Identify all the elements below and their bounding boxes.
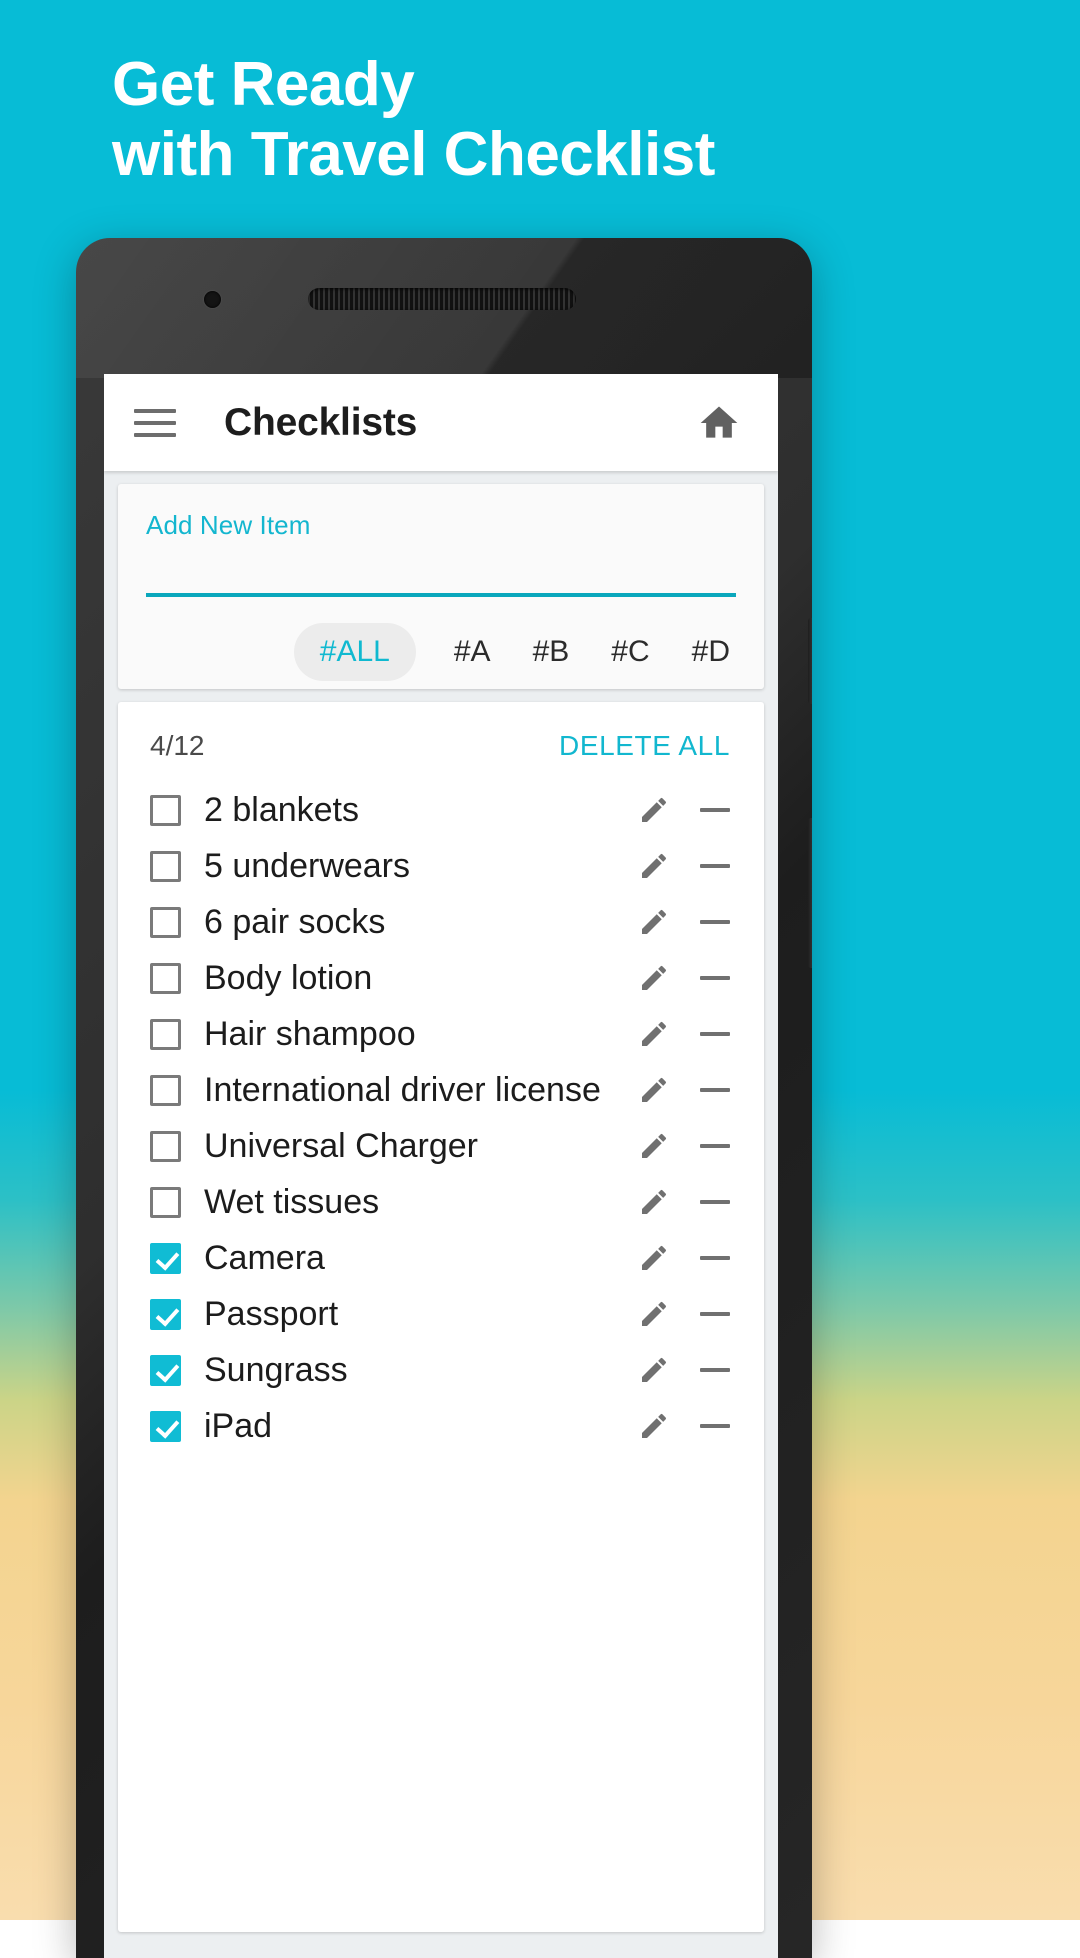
checkbox-unchecked[interactable]	[150, 794, 181, 826]
filter-chip-d[interactable]: #D	[688, 623, 734, 681]
pencil-edit-icon[interactable]	[638, 906, 670, 938]
pencil-edit-icon[interactable]	[638, 794, 670, 826]
checklist-row[interactable]: iPad	[118, 1398, 764, 1454]
filter-chip-a[interactable]: #A	[450, 623, 495, 681]
checklist-header: 4/12 DELETE ALL	[118, 702, 764, 782]
checklist-row[interactable]: Universal Charger	[118, 1118, 764, 1174]
checked-count: 4/12	[150, 730, 205, 761]
pencil-edit-icon[interactable]	[638, 962, 670, 994]
row-actions	[638, 1130, 730, 1162]
filter-chip-c[interactable]: #C	[607, 623, 653, 681]
pencil-edit-icon[interactable]	[638, 1354, 670, 1386]
checklist-row[interactable]: International driver license	[118, 1062, 764, 1118]
checklist-row[interactable]: 5 underwears	[118, 838, 764, 894]
minus-remove-icon[interactable]	[700, 1312, 730, 1316]
hamburger-menu-icon[interactable]	[134, 401, 182, 445]
checkbox-checked[interactable]	[150, 1242, 181, 1274]
filter-chip-group: #ALL #A #B #C #D	[118, 623, 764, 681]
checklist-item-label: Universal Charger	[204, 1126, 478, 1165]
checklist-item-label: Body lotion	[204, 958, 373, 997]
checklist-item-label: 2 blankets	[204, 790, 359, 829]
checkbox-unchecked[interactable]	[150, 1130, 181, 1162]
app-bar: Checklists	[104, 374, 778, 471]
checklist-item-label: Hair shampoo	[204, 1014, 416, 1053]
row-actions	[638, 1074, 730, 1106]
headline-line-1: Get Ready	[112, 50, 415, 119]
checklist-row[interactable]: Camera	[118, 1230, 764, 1286]
pencil-edit-icon[interactable]	[638, 1298, 670, 1330]
minus-remove-icon[interactable]	[700, 1088, 730, 1092]
minus-remove-icon[interactable]	[700, 1256, 730, 1260]
row-actions	[638, 1242, 730, 1274]
row-actions	[638, 1298, 730, 1330]
delete-all-button[interactable]: DELETE ALL	[559, 730, 730, 762]
checklist-item-label: Camera	[204, 1238, 325, 1277]
checklist-item-label: 6 pair socks	[204, 902, 386, 941]
minus-remove-icon[interactable]	[700, 920, 730, 924]
phone-device-mockup: Checklists Add New Item #ALL #A #B #C #D…	[76, 238, 812, 1958]
checkbox-unchecked[interactable]	[150, 962, 181, 994]
row-actions	[638, 1186, 730, 1218]
checklist-item-label: Wet tissues	[204, 1182, 380, 1221]
checkbox-unchecked[interactable]	[150, 850, 181, 882]
checklist-item-label: International driver license	[204, 1070, 601, 1109]
pencil-edit-icon[interactable]	[638, 1074, 670, 1106]
headline-line-2: with Travel Checklist	[112, 120, 715, 189]
checkbox-unchecked[interactable]	[150, 906, 181, 938]
checklist-card: 4/12 DELETE ALL 2 blankets 5 underwears 6 …	[118, 702, 764, 1932]
pencil-edit-icon[interactable]	[638, 850, 670, 882]
row-actions	[638, 1354, 730, 1386]
earpiece-speaker	[308, 288, 576, 310]
checklist-row[interactable]: Passport	[118, 1286, 764, 1342]
checkbox-unchecked[interactable]	[150, 1186, 181, 1218]
checkbox-unchecked[interactable]	[150, 1018, 181, 1050]
checkbox-checked[interactable]	[150, 1298, 181, 1330]
row-actions	[638, 850, 730, 882]
page-title: Checklists	[224, 400, 418, 444]
checklist-row[interactable]: 6 pair socks	[118, 894, 764, 950]
checklist-items: 2 blankets 5 underwears 6 pair socks Body l…	[118, 782, 764, 1454]
checkbox-checked[interactable]	[150, 1354, 181, 1386]
checkbox-unchecked[interactable]	[150, 1074, 181, 1106]
row-actions	[638, 906, 730, 938]
promo-headline: Get Ready with Travel Checklist	[112, 50, 972, 190]
checklist-item-label: iPad	[204, 1406, 273, 1445]
filter-chip-all[interactable]: #ALL	[293, 623, 416, 681]
add-item-card: Add New Item #ALL #A #B #C #D	[118, 484, 764, 689]
row-actions	[638, 794, 730, 826]
pencil-edit-icon[interactable]	[638, 1186, 670, 1218]
minus-remove-icon[interactable]	[700, 1368, 730, 1372]
minus-remove-icon[interactable]	[700, 1032, 730, 1036]
minus-remove-icon[interactable]	[700, 976, 730, 980]
volume-button[interactable]	[808, 818, 812, 968]
checklist-row[interactable]: Wet tissues	[118, 1174, 764, 1230]
row-actions	[638, 1410, 730, 1442]
home-icon[interactable]	[694, 398, 744, 448]
add-item-input[interactable]	[146, 593, 736, 597]
power-button[interactable]	[808, 618, 812, 704]
minus-remove-icon[interactable]	[700, 1424, 730, 1428]
pencil-edit-icon[interactable]	[638, 1130, 670, 1162]
front-camera-icon	[204, 291, 221, 308]
checklist-row[interactable]: Sungrass	[118, 1342, 764, 1398]
checklist-item-label: Sungrass	[204, 1350, 348, 1389]
checklist-row[interactable]: 2 blankets	[118, 782, 764, 838]
minus-remove-icon[interactable]	[700, 808, 730, 812]
minus-remove-icon[interactable]	[700, 1144, 730, 1148]
row-actions	[638, 962, 730, 994]
minus-remove-icon[interactable]	[700, 1200, 730, 1204]
phone-screen: Checklists Add New Item #ALL #A #B #C #D…	[104, 374, 778, 1958]
add-item-label: Add New Item	[146, 510, 311, 540]
pencil-edit-icon[interactable]	[638, 1242, 670, 1274]
pencil-edit-icon[interactable]	[638, 1018, 670, 1050]
checklist-row[interactable]: Body lotion	[118, 950, 764, 1006]
pencil-edit-icon[interactable]	[638, 1410, 670, 1442]
checklist-item-label: 5 underwears	[204, 846, 411, 885]
row-actions	[638, 1018, 730, 1050]
minus-remove-icon[interactable]	[700, 864, 730, 868]
checklist-row[interactable]: Hair shampoo	[118, 1006, 764, 1062]
checkbox-checked[interactable]	[150, 1410, 181, 1442]
filter-chip-b[interactable]: #B	[529, 623, 574, 681]
checklist-item-label: Passport	[204, 1294, 339, 1333]
